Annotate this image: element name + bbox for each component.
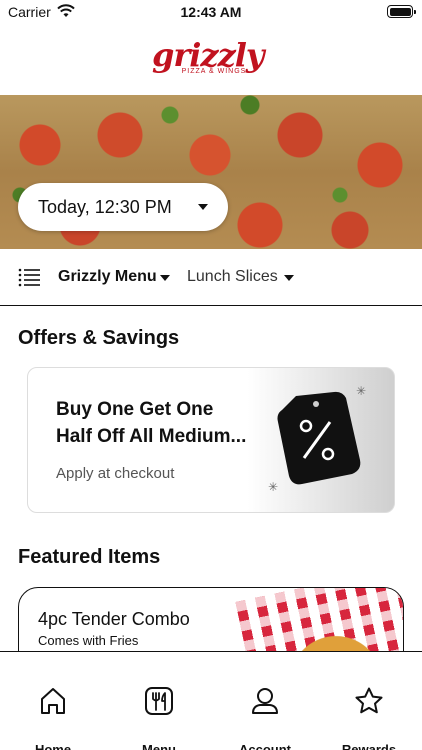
percent-tag-icon [277,391,361,485]
bottom-tab-bar: Home Menu Account Rewards [0,651,422,750]
offer-title-line2: Half Off All Medium... [56,426,247,447]
category-caret-down-icon[interactable] [284,275,294,281]
sparkle-icon: ✳ [355,384,367,398]
tab-home-label: Home [34,742,72,750]
brand-logo: grizzly PIZZA & WINGS [0,38,422,78]
battery-icon [387,5,416,18]
offer-card[interactable]: Buy One Get One Half Off All Medium... A… [27,367,395,513]
tab-menu-label: Menu [142,742,176,750]
menu-caret-down-icon[interactable] [160,275,170,281]
logo-tagline: PIZZA & WINGS [181,68,247,75]
tab-account-label: Account [239,742,291,750]
star-icon [355,687,383,714]
user-icon [252,688,278,714]
menu-filter-bar: Grizzly Menu Lunch Slices [0,249,422,306]
status-bar: Carrier 12:43 AM [0,0,422,24]
offers-section-title: Offers & Savings [18,327,180,349]
status-time: 12:43 AM [180,4,242,20]
category-dropdown[interactable]: Lunch Slices [187,268,278,286]
featured-section-title: Featured Items [18,546,161,568]
featured-item-description: Comes with Fries [38,633,139,648]
list-icon[interactable] [18,267,40,287]
sparkle-icon: ✳ [267,480,279,494]
menu-dropdown[interactable]: Grizzly Menu [58,268,157,286]
logo-wordmark: grizzly [152,36,264,74]
featured-item-name: 4pc Tender Combo [38,609,190,629]
caret-down-icon [198,204,208,210]
order-time-selector[interactable]: Today, 12:30 PM [18,183,228,231]
offer-title-line1: Buy One Get One [56,399,214,420]
tab-rewards[interactable]: Rewards [316,652,422,750]
tab-home[interactable]: Home [0,652,106,750]
tab-account[interactable]: Account [212,652,318,750]
tab-menu[interactable]: Menu [106,652,212,750]
offer-subtitle: Apply at checkout [56,465,175,482]
home-icon [41,688,65,714]
menu-utensils-icon [145,687,173,715]
order-time-label: Today, 12:30 PM [38,197,172,217]
tab-rewards-label: Rewards [341,742,397,750]
